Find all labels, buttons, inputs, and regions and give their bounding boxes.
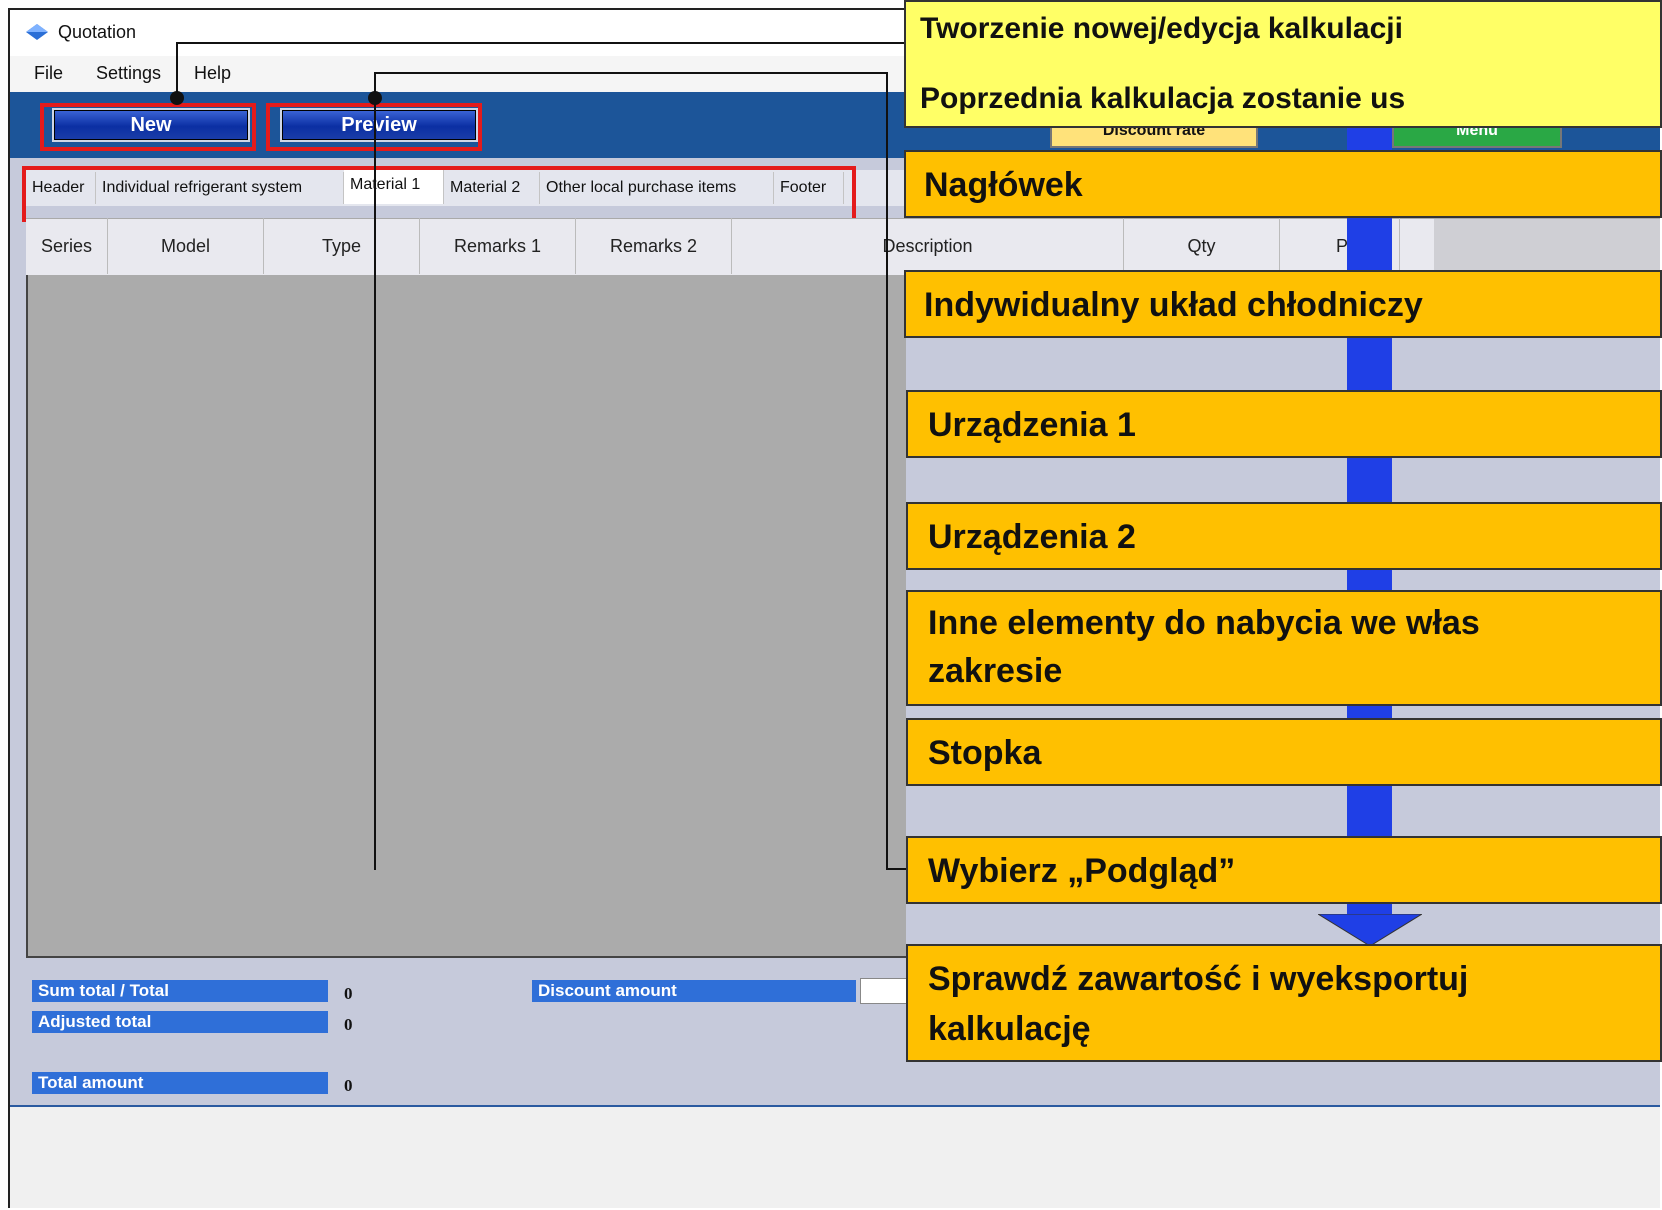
discount-amount-label: Discount amount [532, 980, 856, 1002]
callout-new-line2: Poprzednia kalkulacja zostanie us [920, 82, 1406, 115]
callout-footer: Stopka [906, 718, 1662, 786]
callout-devices-2: Urządzenia 2 [906, 502, 1662, 570]
callout-export-line2: kalkulację [928, 1010, 1091, 1048]
callout-new-quotation: Tworzenie nowej/edycja kalkulacji Poprze… [904, 0, 1662, 128]
callout-check-export: Sprawdź zawartość i wyeksportuj kalkulac… [906, 944, 1662, 1062]
total-amount-label: Total amount [32, 1072, 328, 1094]
callout-devices-1: Urządzenia 1 [906, 390, 1662, 458]
callout-other-line2: zakresie [928, 652, 1063, 690]
callout-select-preview: Wybierz „Podgląd” [906, 836, 1662, 904]
callout-new-line1: Tworzenie nowej/edycja kalkulacji [920, 12, 1403, 45]
preview-connector-dot [368, 91, 382, 105]
window-title: Quotation [58, 22, 137, 42]
callout-header: Nagłówek [904, 150, 1662, 218]
preview-connector-line [374, 72, 888, 870]
sum-total-value: 0 [344, 984, 353, 1003]
adjusted-total-value: 0 [344, 1015, 353, 1034]
total-amount-value: 0 [344, 1076, 353, 1095]
column-qty[interactable]: Qty [1124, 218, 1280, 274]
column-series[interactable]: Series [26, 218, 108, 274]
menu-file[interactable]: File [34, 63, 63, 84]
column-model[interactable]: Model [108, 218, 264, 274]
discount-amount-input[interactable] [860, 978, 912, 1004]
new-highlight [40, 103, 256, 151]
callout-other-line1: Inne elementy do nabycia we włas [928, 604, 1480, 642]
callout-individual-system: Indywidualny układ chłodniczy [904, 270, 1662, 338]
grid-header-filler [1434, 219, 1660, 274]
app-diamond-icon [26, 24, 48, 40]
callout-export-line1: Sprawdź zawartość i wyeksportuj [928, 960, 1469, 998]
callout-other-items: Inne elementy do nabycia we włas zakresi… [906, 590, 1662, 706]
menu-settings[interactable]: Settings [96, 63, 161, 84]
flow-arrow-head-icon [1318, 914, 1422, 946]
preview-connector-tail [886, 868, 906, 870]
status-bar [10, 1105, 1660, 1208]
sum-total-label: Sum total / Total [32, 980, 328, 1002]
new-connector-dot [170, 91, 184, 105]
adjusted-total-label: Adjusted total [32, 1011, 328, 1033]
